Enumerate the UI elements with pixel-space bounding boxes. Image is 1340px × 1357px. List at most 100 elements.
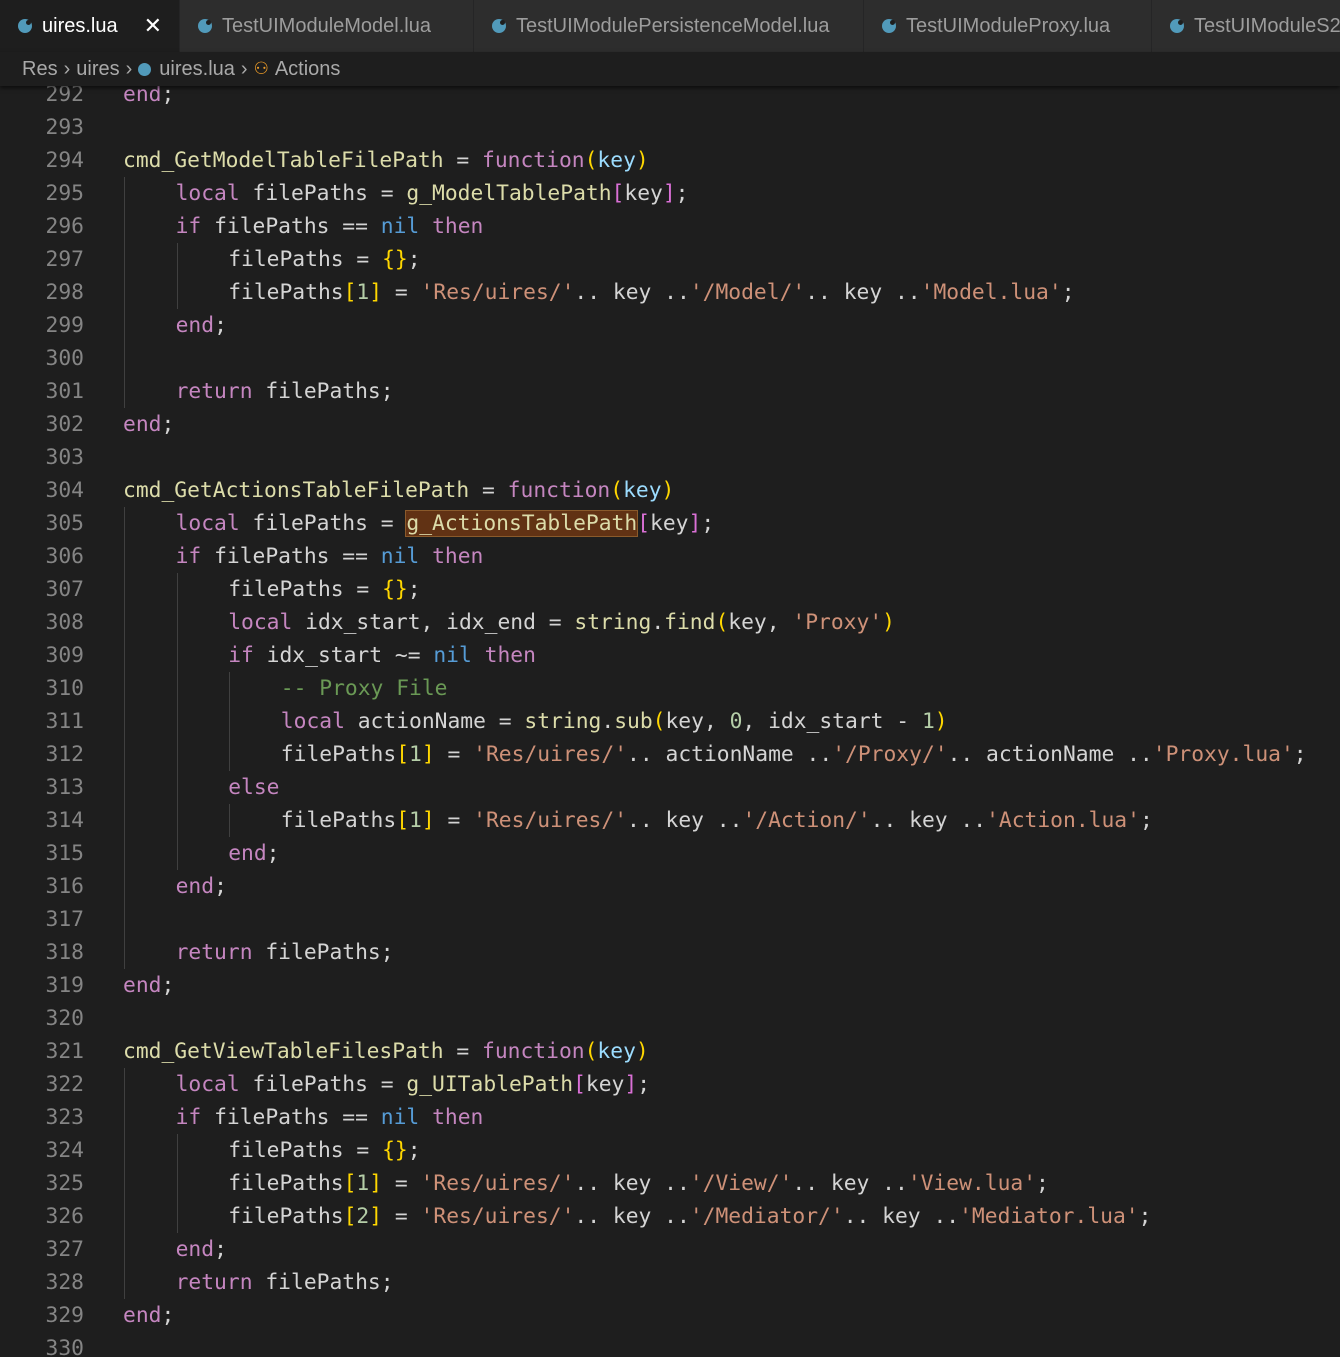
indent-guide [124, 771, 125, 804]
editor-tab-bar: uires.lua ✕ TestUIModuleModel.lua TestUIMod… [0, 0, 1340, 53]
indent-guide [229, 672, 231, 705]
code-line: 311 local actionName = string.sub(key, 0,… [0, 705, 1340, 738]
line-number: 315 [45, 841, 84, 866]
breadcrumb-item-folder-uires[interactable]: uires [76, 58, 119, 81]
indent-guide [124, 1167, 125, 1200]
breadcrumb-item-folder-res[interactable]: Res [22, 58, 58, 81]
code-token: = [382, 1204, 421, 1229]
code-line: 301 return filePaths; [0, 375, 1340, 408]
lua-file-icon [18, 19, 32, 33]
indent-guide [176, 243, 178, 276]
tab-4[interactable]: TestUIModuleS20 [1152, 0, 1340, 52]
code-token: ; [214, 313, 227, 338]
code-line: 323 if filePaths == nil then [0, 1101, 1340, 1134]
code-token: ] [421, 742, 435, 767]
code-line: 309 if idx_start ~= nil then [0, 639, 1340, 672]
code-token: ( [652, 709, 666, 734]
code-line: 321 cmd_GetViewTableFilesPath = function(… [0, 1035, 1340, 1068]
code-line: 319 end; [0, 969, 1340, 1002]
code-token: return [175, 940, 253, 965]
code-token: filePaths = [239, 511, 407, 536]
line-number: 311 [45, 709, 84, 734]
code-token: 1 [356, 280, 370, 305]
line-number: 324 [45, 1138, 84, 1163]
indent-guide [229, 738, 231, 771]
code-token: sub [614, 709, 653, 734]
code-token: ; [407, 247, 421, 272]
code-token: g_ActionsTablePath [405, 510, 639, 537]
code-token: .. key .. [805, 280, 921, 305]
code-line: 322 local filePaths = g_UITablePath[key]; [0, 1068, 1340, 1101]
code-token: cmd_GetActionsTableFilePath [123, 478, 470, 503]
indent-guide [124, 243, 125, 276]
code-line: 315 end; [0, 837, 1340, 870]
breadcrumb-item-symbol[interactable]: Actions [275, 58, 341, 81]
close-icon[interactable]: ✕ [144, 13, 162, 39]
code-token: 'Res/uires/' [420, 1171, 575, 1196]
code-token: filePaths [280, 808, 397, 833]
code-text: filePaths[1] = 'Res/uires/'.. actionName… [281, 738, 1307, 771]
code-token: if [175, 1105, 202, 1130]
tab-1[interactable]: TestUIModuleModel.lua [180, 0, 474, 52]
code-token: filePaths; [252, 379, 394, 404]
line-number: 323 [45, 1105, 84, 1130]
code-token: then [432, 1105, 484, 1130]
chevron-right-icon: › [63, 57, 71, 80]
tab-label: TestUIModuleProxy.lua [906, 14, 1111, 37]
code-token: 'Mediator.lua' [959, 1204, 1139, 1229]
indent-guide [124, 573, 125, 606]
code-token: 'Action.lua' [986, 808, 1140, 833]
line-number: 293 [45, 115, 84, 140]
code-line: 313 else [0, 771, 1340, 804]
code-token: filePaths [228, 1171, 344, 1196]
code-text: end; [123, 969, 174, 1002]
indent-guide [176, 573, 178, 606]
breadcrumb-item-file[interactable]: uires.lua [159, 58, 235, 81]
code-token: 'Model.lua' [920, 280, 1062, 305]
code-text: end; [123, 408, 174, 441]
code-token: end [175, 313, 215, 338]
code-token: filePaths = [228, 247, 383, 272]
code-token: ; [161, 412, 175, 437]
code-line: 310 -- Proxy File [0, 672, 1340, 705]
code-token: . [651, 610, 665, 635]
code-text: end; [176, 870, 227, 903]
tab-2[interactable]: TestUIModulePersistenceModel.lua [474, 0, 864, 52]
code-token: function [482, 1039, 585, 1064]
code-line: 294 cmd_GetModelTableFilePath = function(… [0, 144, 1340, 177]
tab-3[interactable]: TestUIModuleProxy.lua [864, 0, 1152, 52]
lua-file-icon [492, 19, 506, 33]
code-token: ] [369, 1171, 383, 1196]
code-text: else [228, 771, 279, 804]
code-token: local [175, 511, 240, 536]
indent-guide [124, 606, 125, 639]
code-line: 330 [0, 1332, 1340, 1357]
code-token: 1 [921, 709, 935, 734]
line-number: 295 [45, 181, 84, 206]
indent-guide [124, 1068, 125, 1101]
code-token: [ [396, 808, 410, 833]
indent-guide [124, 375, 125, 408]
code-line: 318 return filePaths; [0, 936, 1340, 969]
code-line: 303 [0, 441, 1340, 474]
code-text: end; [123, 1299, 174, 1332]
code-token: filePaths == [201, 1105, 381, 1130]
code-token: local [175, 1072, 240, 1097]
code-token: 'Proxy' [792, 610, 883, 635]
indent-guide [124, 342, 125, 375]
tab-0[interactable]: uires.lua ✕ [0, 0, 180, 52]
code-token: local [175, 181, 240, 206]
code-token: ) [635, 148, 649, 173]
line-number: 320 [45, 1006, 84, 1031]
code-token: ; [407, 1138, 421, 1163]
line-number: 313 [45, 775, 84, 800]
code-token: if [228, 643, 254, 668]
line-number: 303 [45, 445, 84, 470]
code-token: filePaths = [228, 1138, 383, 1163]
code-token: = [434, 808, 474, 833]
indent-guide [176, 672, 178, 705]
code-editor[interactable]: 292 end; 293 294 cmd_GetModelTableFilePath =… [0, 78, 1340, 1357]
code-text: end; [176, 309, 227, 342]
indent-guide [124, 639, 125, 672]
